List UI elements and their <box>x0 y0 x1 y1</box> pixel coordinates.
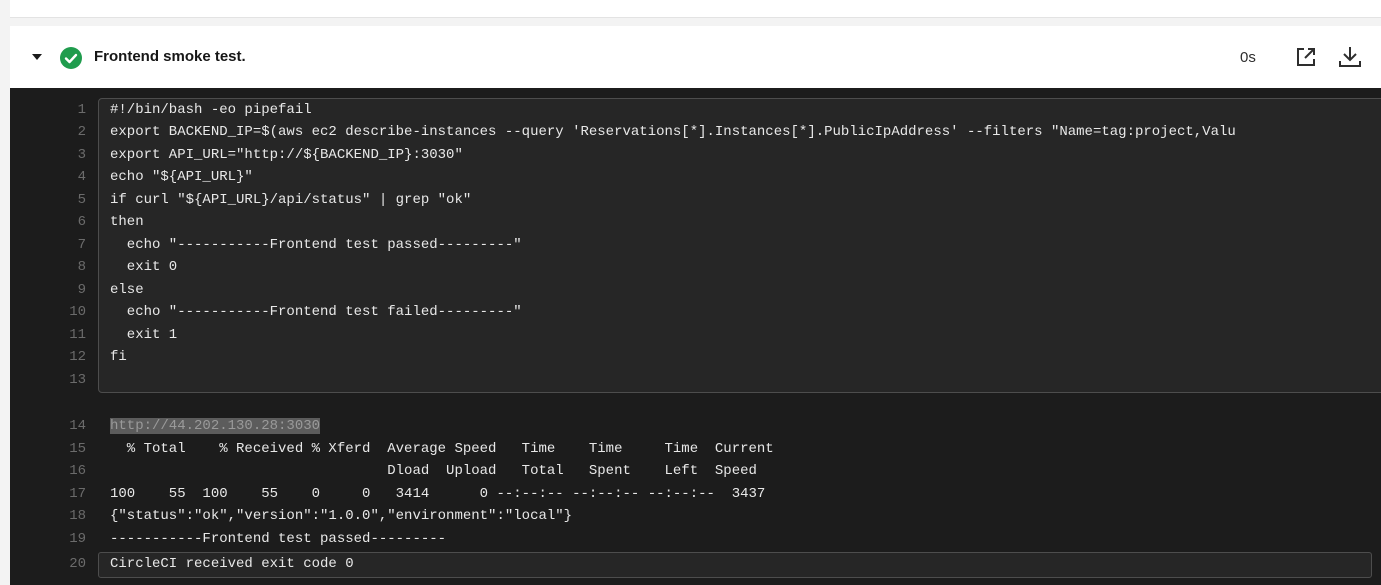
log-line: if curl "${API_URL}/api/status" | grep "… <box>110 192 472 208</box>
log-line: Dload Upload Total Spent Left Speed <box>110 463 757 479</box>
exit-code-line: CircleCI received exit code 0 <box>110 556 354 572</box>
line-number: 4 <box>77 169 86 185</box>
line-number: 17 <box>69 486 86 502</box>
check-circle-icon <box>60 47 82 69</box>
log-line: http://44.202.130.28:3030 <box>110 415 321 437</box>
line-number: 18 <box>69 508 86 524</box>
line-number: 5 <box>77 192 86 208</box>
step-duration: 0s <box>1240 49 1256 66</box>
line-number: 9 <box>77 282 86 298</box>
line-number: 6 <box>77 214 86 230</box>
log-line: #!/bin/bash -eo pipefail <box>110 102 312 118</box>
log-line: export BACKEND_IP=$(aws ec2 describe-ins… <box>110 124 1236 140</box>
step-title: Frontend smoke test. <box>94 48 246 65</box>
log-line: echo "-----------Frontend test failed---… <box>110 304 522 320</box>
log-output[interactable]: 1 #!/bin/bash -eo pipefail 2 export BACK… <box>10 88 1381 585</box>
line-number: 1 <box>77 102 86 118</box>
line-number: 8 <box>77 259 86 275</box>
line-number: 3 <box>77 147 86 163</box>
log-line: {"status":"ok","version":"1.0.0","enviro… <box>110 508 573 524</box>
external-link-icon[interactable] <box>1293 44 1319 70</box>
line-number: 14 <box>69 418 86 434</box>
log-line: -----------Frontend test passed--------- <box>110 531 447 547</box>
download-icon[interactable] <box>1337 44 1363 70</box>
log-line: % Total % Received % Xferd Average Speed… <box>110 441 774 457</box>
log-line: 100 55 100 55 0 0 3414 0 --:--:-- --:--:… <box>110 486 766 502</box>
log-line: then <box>110 214 144 230</box>
line-number: 20 <box>69 556 86 572</box>
line-number: 13 <box>69 372 86 388</box>
log-line: exit 1 <box>110 327 178 343</box>
line-number: 15 <box>69 441 86 457</box>
line-number: 12 <box>69 349 86 365</box>
line-number: 11 <box>69 327 86 343</box>
line-number: 7 <box>77 237 86 253</box>
step-header[interactable]: Frontend smoke test. 0s <box>10 26 1381 88</box>
log-line: else <box>110 282 144 298</box>
step-card: Frontend smoke test. 0s 1 #!/bin/bash -e… <box>10 26 1381 585</box>
log-line: echo "-----------Frontend test passed---… <box>110 237 522 253</box>
line-number: 16 <box>69 463 86 479</box>
log-line: export API_URL="http://${BACKEND_IP}:303… <box>110 147 463 163</box>
log-line: fi <box>110 349 127 365</box>
line-number: 2 <box>77 124 86 140</box>
chevron-down-icon[interactable] <box>32 54 42 60</box>
line-number: 19 <box>69 531 86 547</box>
log-line: exit 0 <box>110 259 178 275</box>
api-url-output: http://44.202.130.28:3030 <box>110 418 321 434</box>
line-number: 10 <box>69 304 86 320</box>
previous-step-card <box>10 0 1381 18</box>
log-line: echo "${API_URL}" <box>110 169 253 185</box>
